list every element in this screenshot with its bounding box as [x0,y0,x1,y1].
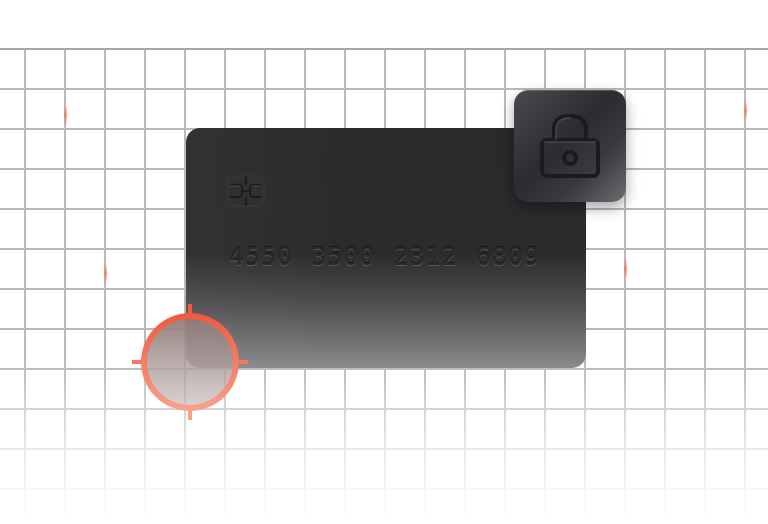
spark-decoration [624,258,627,280]
spark-decoration [64,104,67,126]
illustration-scene: 4550 3500 2312 6809 [0,0,768,524]
spark-decoration [104,262,107,284]
padlock-icon [540,114,600,178]
card-number: 4550 3500 2312 6809 [229,242,540,271]
grid-fade-overlay [0,360,768,524]
grid-top-border [0,48,768,50]
lock-tile [514,90,626,202]
spark-decoration [744,100,747,122]
crosshair-target-icon [132,304,248,420]
card-chip-icon [227,175,265,207]
